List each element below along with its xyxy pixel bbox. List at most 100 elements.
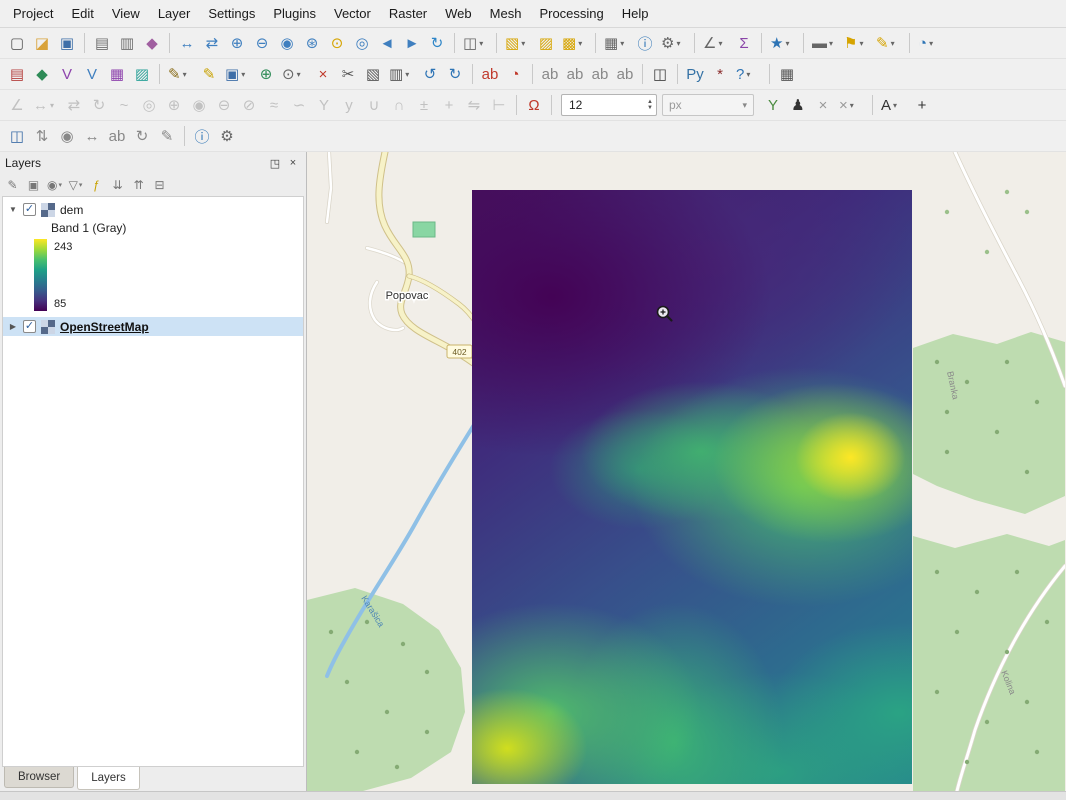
new-project-button[interactable]: ▢ <box>5 31 29 55</box>
copy-features-button[interactable]: ▧ <box>361 62 385 86</box>
move-label-button[interactable]: ab <box>613 62 637 86</box>
export-animation-button[interactable]: ◫ <box>648 62 672 86</box>
save-project-button[interactable]: ▣ <box>55 31 79 55</box>
bug-tool-button[interactable]: * <box>708 62 732 86</box>
zoom-in-button[interactable]: ⊕ <box>225 31 249 55</box>
dem-layer-checkbox[interactable]: ✓ <box>23 203 36 216</box>
identify-features-button[interactable]: ⓘ <box>633 31 657 55</box>
split-parts-button[interactable]: y <box>337 93 361 117</box>
elevation-profile-button[interactable]: ▬ <box>809 31 840 55</box>
menu-plugins[interactable]: Plugins <box>264 2 325 25</box>
pan-map-button[interactable]: ↔ <box>175 31 199 55</box>
temporal-controller-button[interactable]: ◔ <box>915 31 946 55</box>
toggle-editing-button[interactable]: ✎ <box>197 62 221 86</box>
new-virtual-layer-button[interactable]: ▦ <box>105 62 129 86</box>
chevron-down-icon[interactable]: ▼ <box>8 205 18 214</box>
font-size-spinner[interactable]: 12 ▲▼ <box>561 94 657 116</box>
label-properties-button[interactable]: ✎ <box>155 124 179 148</box>
remove-layer-button[interactable]: ⊟ <box>150 176 169 195</box>
layer-name-openstreetmap[interactable]: OpenStreetMap <box>60 320 149 334</box>
layer-diagram-button[interactable]: ◔ <box>503 62 527 86</box>
cut-features-button[interactable]: ✂ <box>336 62 360 86</box>
select-features-button[interactable]: ▧ <box>502 31 533 55</box>
expand-all-button[interactable]: ⇊ <box>108 176 127 195</box>
measure-button[interactable]: ∠ <box>700 31 731 55</box>
python-console-button[interactable]: Py <box>683 62 707 86</box>
zoom-to-selection-button[interactable]: ⊙ <box>325 31 349 55</box>
delete-selected-button[interactable]: × <box>311 62 335 86</box>
reverse-line-button[interactable]: ⇋ <box>462 93 486 117</box>
rotate-label-button[interactable]: ↻ <box>130 124 154 148</box>
new-temporary-scratch-layer-button[interactable]: V <box>80 62 104 86</box>
show-hidden-labels-button[interactable]: ab <box>538 62 562 86</box>
map-canvas[interactable]: Popovac 402 Karašica Branka Kolina <box>307 152 1066 791</box>
move-rotate-label-button[interactable]: ↔ <box>80 124 104 148</box>
add-part-button[interactable]: ⊕ <box>162 93 186 117</box>
clear-annotations-button[interactable]: × <box>836 93 867 117</box>
info-button[interactable]: ⓘ <box>190 124 214 148</box>
osm-layer-checkbox[interactable]: ✓ <box>23 320 36 333</box>
split-features-button[interactable]: Y <box>312 93 336 117</box>
rotate-point-symbols-button[interactable]: ± <box>412 93 436 117</box>
move-feature-button[interactable]: ↔ <box>30 93 61 117</box>
settings-wrench-button[interactable]: ⚙ <box>215 124 239 148</box>
menu-edit[interactable]: Edit <box>62 2 102 25</box>
annotation-line-button[interactable]: Y <box>761 93 785 117</box>
style-manager-button[interactable]: ◆ <box>140 31 164 55</box>
statistics-summary-button[interactable]: Σ <box>732 31 756 55</box>
map-tips-button[interactable]: ⚑ <box>841 31 872 55</box>
zoom-out-button[interactable]: ⊖ <box>250 31 274 55</box>
add-group-button[interactable]: ▣ <box>24 176 43 195</box>
offset-curve-button[interactable]: ≈ <box>262 93 286 117</box>
tab-layers[interactable]: Layers <box>77 767 140 790</box>
simplify-feature-button[interactable]: ~ <box>112 93 136 117</box>
undo-button[interactable]: ↺ <box>418 62 442 86</box>
layer-row-openstreetmap[interactable]: ▶ ✓ OpenStreetMap <box>3 317 303 336</box>
crosshair-select-button[interactable]: + <box>910 93 934 117</box>
highlight-pinned-labels-button[interactable]: ab <box>588 62 612 86</box>
delete-ring-button[interactable]: ⊖ <box>212 93 236 117</box>
pin-unpin-labels-button[interactable]: ⇅ <box>30 124 54 148</box>
show-unplaced-labels-button[interactable]: ◫ <box>5 124 29 148</box>
data-source-manager-button[interactable]: ▤ <box>5 62 29 86</box>
add-ring-button[interactable]: ◎ <box>137 93 161 117</box>
snapping-toggle-button[interactable]: Ω <box>522 93 546 117</box>
run-feature-action-button[interactable]: ⚙ <box>658 31 689 55</box>
new-map-view-button[interactable]: ◫ <box>460 31 491 55</box>
refresh-map-button[interactable]: ↻ <box>425 31 449 55</box>
spinner-arrows-icon[interactable]: ▲▼ <box>647 99 656 111</box>
tab-browser[interactable]: Browser <box>4 767 74 788</box>
save-layer-edits-button[interactable]: ▣ <box>222 62 253 86</box>
zoom-to-layer-button[interactable]: ◎ <box>350 31 374 55</box>
text-format-button[interactable]: A <box>878 93 909 117</box>
menu-layer[interactable]: Layer <box>149 2 200 25</box>
annotations-button[interactable]: ✎ <box>873 31 904 55</box>
units-dropdown[interactable]: px ▾ <box>662 94 754 116</box>
redo-button[interactable]: ↻ <box>443 62 467 86</box>
current-edits-button[interactable]: ✎ <box>165 62 196 86</box>
new-shapefile-layer-button[interactable]: V <box>55 62 79 86</box>
merge-features-button[interactable]: ∪ <box>362 93 386 117</box>
float-panel-button[interactable]: ◳ <box>267 155 283 171</box>
pin-labels-button[interactable]: ab <box>563 62 587 86</box>
zoom-last-button[interactable]: ◄ <box>375 31 399 55</box>
new-geopackage-layer-button[interactable]: ◆ <box>30 62 54 86</box>
context-help-button[interactable]: ? <box>733 62 764 86</box>
new-mesh-layer-button[interactable]: ▨ <box>130 62 154 86</box>
rotate-feature-button[interactable]: ↻ <box>87 93 111 117</box>
menu-processing[interactable]: Processing <box>530 2 612 25</box>
fill-ring-button[interactable]: ◉ <box>187 93 211 117</box>
paste-features-button[interactable]: ▥ <box>386 62 417 86</box>
add-feature-button[interactable]: ⊕ <box>254 62 278 86</box>
reshape-features-button[interactable]: ∽ <box>287 93 311 117</box>
manage-map-themes-button[interactable]: ◉ <box>45 176 64 195</box>
select-by-form-button[interactable]: ▨ <box>534 31 558 55</box>
menu-help[interactable]: Help <box>613 2 658 25</box>
remove-annotation-button[interactable]: × <box>811 93 835 117</box>
show-hide-labels-button[interactable]: ◉ <box>55 124 79 148</box>
zoom-next-button[interactable]: ► <box>400 31 424 55</box>
zoom-native-button[interactable]: ◉ <box>275 31 299 55</box>
layer-labeling-button[interactable]: ab <box>478 62 502 86</box>
layer-row-dem[interactable]: ▼ ✓ dem <box>3 200 303 219</box>
zoom-full-button[interactable]: ⊛ <box>300 31 324 55</box>
